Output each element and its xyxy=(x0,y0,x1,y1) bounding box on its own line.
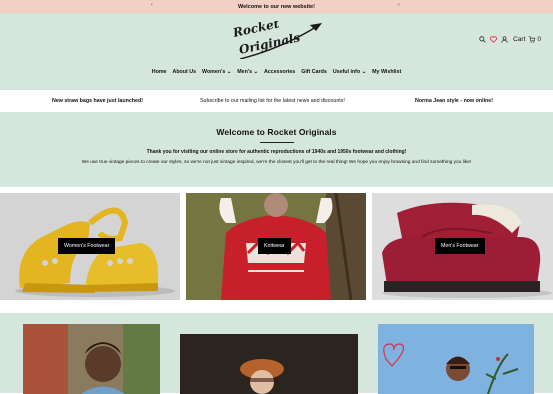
title-divider xyxy=(259,142,294,143)
nav-home[interactable]: Home xyxy=(152,69,167,75)
featured-photo-2-image xyxy=(180,334,358,394)
chevron-down-icon: ⌄ xyxy=(226,69,232,75)
category-label: Men's Footwear xyxy=(435,238,485,254)
nav-womens[interactable]: Women's ⌄ xyxy=(202,69,231,75)
promo-message-norma-jean[interactable]: Norma Jean style - now online! xyxy=(415,98,493,104)
featured-photo-2[interactable] xyxy=(180,334,358,394)
category-label: Knitwear xyxy=(258,238,291,254)
welcome-title: Welcome to Rocket Originals xyxy=(216,127,337,137)
main-nav: Home About Us Women's ⌄ Men's ⌄ Accessor… xyxy=(0,69,553,75)
nav-useful-info-label: Useful info xyxy=(332,69,361,75)
nav-womens-label: Women's xyxy=(202,69,226,75)
heart-icon[interactable] xyxy=(489,35,497,43)
search-icon[interactable] xyxy=(478,35,486,43)
nav-mens-label: Men's xyxy=(237,69,253,75)
nav-gift-cards[interactable]: Gift Cards xyxy=(301,69,327,75)
nav-mens[interactable]: Men's ⌄ xyxy=(237,69,258,75)
nav-useful-info[interactable]: Useful info ⌄ xyxy=(333,69,366,75)
featured-photo-3-image xyxy=(378,324,534,394)
welcome-subtitle: Thank you for visiting our online store … xyxy=(146,149,407,155)
prev-arrow-icon[interactable]: ‹ xyxy=(151,2,153,8)
category-label: Women's Footwear xyxy=(58,238,116,254)
featured-photo-1[interactable] xyxy=(23,324,160,394)
next-arrow-icon[interactable]: › xyxy=(398,2,400,8)
rocket-originals-logo[interactable]: Rocket Originals xyxy=(230,21,325,59)
announcement-text: Welcome to our new website! xyxy=(238,3,315,10)
promo-strip: New straw bags have just launched! Subsc… xyxy=(0,90,553,112)
featured-photo-1-image xyxy=(23,324,160,394)
category-tile-mens-footwear[interactable]: Men's Footwear xyxy=(372,193,553,300)
featured-photo-3[interactable] xyxy=(378,324,534,394)
account-icon[interactable] xyxy=(500,35,508,43)
cart-icon xyxy=(527,35,535,43)
welcome-body: We use true vintage pieces to create our… xyxy=(81,160,472,165)
nav-accessories[interactable]: Accessories xyxy=(264,69,295,75)
promo-message-subscribe[interactable]: Subscribe to our mailing list for the la… xyxy=(200,98,345,104)
category-tile-knitwear[interactable]: Knitwear xyxy=(186,193,366,300)
announcement-bar: ‹ Welcome to our new website! › xyxy=(0,0,553,13)
cart-count: 0 xyxy=(537,35,541,43)
nav-my-wishlist[interactable]: My Wishlist xyxy=(372,69,401,75)
featured-photos xyxy=(0,313,553,394)
promo-message-straw-bags[interactable]: New straw bags have just launched! xyxy=(52,98,143,104)
cart-link[interactable]: Cart 0 xyxy=(513,35,541,43)
cart-label: Cart xyxy=(513,35,526,43)
welcome-section: Welcome to Rocket Originals Thank you fo… xyxy=(0,112,553,187)
nav-about-us[interactable]: About Us xyxy=(173,69,197,75)
chevron-down-icon: ⌄ xyxy=(361,69,367,75)
header-icons: Cart 0 xyxy=(478,35,541,43)
category-tile-womens-footwear[interactable]: Women's Footwear xyxy=(0,193,180,300)
site-header: Rocket Originals Cart 0 Home About Us Wo… xyxy=(0,13,553,90)
chevron-down-icon: ⌄ xyxy=(253,69,258,75)
